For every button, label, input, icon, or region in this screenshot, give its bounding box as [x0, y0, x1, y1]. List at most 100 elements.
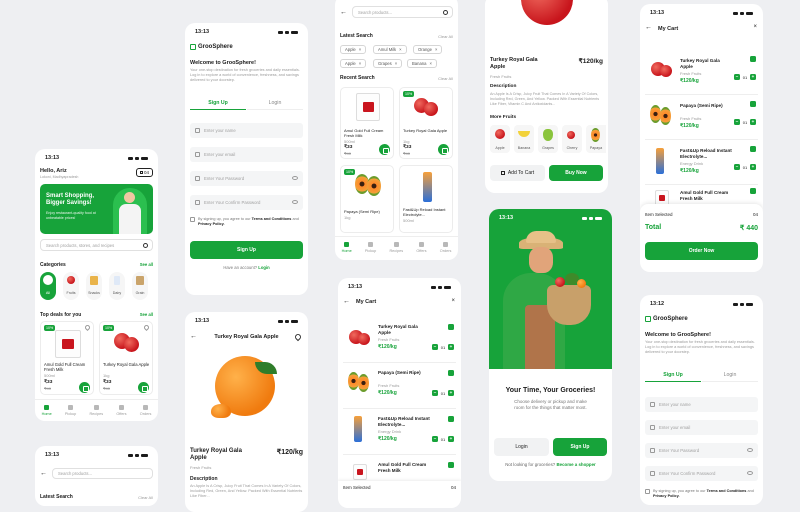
nav-home[interactable]: Home [42, 405, 52, 416]
confirm-password-field[interactable]: Enter Your Confirm Password [645, 466, 758, 481]
category-dairy[interactable]: Dairy [109, 272, 125, 300]
quantity-stepper[interactable]: −01 + [734, 164, 756, 170]
cart-button[interactable]: 04 [136, 168, 153, 177]
item-checkbox[interactable] [750, 188, 756, 194]
add-to-cart-button[interactable] [438, 144, 449, 155]
item-checkbox[interactable] [750, 101, 756, 107]
email-field[interactable]: Enter your email [645, 420, 758, 435]
item-checkbox[interactable] [750, 146, 756, 152]
promo-banner[interactable]: Smart Shopping, Bigger Savings! Enjoy re… [40, 184, 153, 234]
back-arrow-icon[interactable]: ← [40, 470, 47, 477]
email-field[interactable]: Enter your email [190, 147, 303, 162]
heart-icon[interactable] [83, 323, 92, 332]
quantity-stepper[interactable]: −01 + [432, 390, 454, 396]
basket-icon [190, 44, 196, 50]
item-checkbox[interactable] [448, 324, 454, 330]
search-chip[interactable]: Banana × [407, 59, 437, 68]
clear-all-button[interactable]: Clear All [138, 495, 153, 500]
search-input[interactable]: Search products... [352, 6, 453, 18]
clear-all-button[interactable]: Clear All [438, 34, 453, 39]
recent-search-title: Recent Search [340, 75, 375, 81]
quantity-stepper[interactable]: −01 + [432, 436, 454, 442]
signup-button[interactable]: Sign Up [190, 241, 303, 259]
search-chip[interactable]: Amul Milk × [373, 45, 407, 54]
back-arrow-icon[interactable]: ← [340, 9, 347, 16]
search-chip[interactable]: Orange × [413, 45, 443, 54]
name-field[interactable]: Enter your name [645, 397, 758, 412]
pickup-icon [68, 405, 74, 410]
terms-checkbox[interactable] [190, 217, 195, 222]
quantity-stepper[interactable]: −01 + [734, 74, 756, 80]
fruit-papaya[interactable]: Papaya [586, 125, 606, 153]
nav-recipes[interactable]: Recipes [389, 242, 403, 253]
terms-link[interactable]: Terms and Conditions [252, 217, 292, 221]
category-grain[interactable]: Grain [132, 272, 148, 300]
product-card[interactable]: 10% Papaya (Semi Ripe) 1kg [340, 165, 394, 233]
add-to-cart-button[interactable] [379, 144, 390, 155]
back-arrow-icon[interactable]: ← [645, 24, 652, 31]
become-shopper-link[interactable]: Become a shopper [556, 462, 595, 467]
item-checkbox[interactable] [448, 370, 454, 376]
category-all[interactable]: All [40, 272, 56, 300]
bottom-nav: Home Pickup Recipes Offers Orders [35, 399, 158, 421]
buy-now-button[interactable]: Buy Now [549, 165, 603, 181]
terms-checkbox[interactable] [645, 489, 650, 494]
nav-pickup[interactable]: Pickup [365, 242, 376, 253]
tab-signup[interactable]: Sign Up [645, 372, 701, 378]
nav-orders[interactable]: Orders [440, 242, 451, 253]
fruit-grapes[interactable]: Grapes [538, 125, 558, 153]
fruit-apple[interactable]: Apple [490, 125, 510, 153]
add-to-cart-button[interactable] [79, 382, 90, 393]
nav-offers[interactable]: Offers [116, 405, 127, 416]
heart-icon[interactable] [142, 323, 151, 332]
search-chip[interactable]: Apple × [340, 59, 367, 68]
product-card[interactable]: 10% Turkey Royal Gala Apple 1kg ₹33 ₹40 [399, 87, 453, 159]
password-field[interactable]: Enter Your Password [190, 171, 303, 186]
nav-orders[interactable]: Orders [140, 405, 151, 416]
product-card[interactable]: Amul Gold Full Cream Fresh Milk 500ml ₹3… [340, 87, 394, 159]
item-checkbox[interactable] [448, 462, 454, 468]
confirm-password-field[interactable]: Enter Your Confirm Password [190, 195, 303, 210]
quantity-stepper[interactable]: −01 + [734, 119, 756, 125]
header-title: Turkey Royal Gala Apple [214, 334, 279, 340]
search-input[interactable]: Search products, stores, and recipes [40, 239, 153, 251]
quantity-stepper[interactable]: −01 + [432, 344, 454, 350]
signup-button[interactable]: Sign Up [553, 438, 607, 456]
fruit-banana[interactable]: Banana [514, 125, 534, 153]
status-bar: 13:13 [35, 149, 158, 161]
close-icon[interactable]: × [451, 298, 455, 304]
fruit-cherry[interactable]: Cherry [562, 125, 582, 153]
tab-login[interactable]: Login [702, 372, 758, 378]
category-snacks[interactable]: Snacks [86, 272, 102, 300]
close-icon[interactable]: × [753, 24, 757, 30]
order-now-button[interactable]: Order Now [645, 242, 758, 260]
add-to-cart-button[interactable] [138, 382, 149, 393]
search-chip[interactable]: Apple × [340, 45, 367, 54]
tab-login[interactable]: Login [247, 100, 303, 106]
login-button[interactable]: Login [494, 438, 549, 456]
categories-see-all[interactable]: See all [140, 262, 153, 267]
nav-pickup[interactable]: Pickup [65, 405, 76, 416]
product-card[interactable]: Fast&Up Reload Instant Electrolyte... 50… [399, 165, 453, 233]
product-image-area [485, 0, 608, 35]
clear-recent-button[interactable]: Clear All [438, 76, 453, 81]
privacy-link[interactable]: Privacy Policy. [198, 222, 225, 226]
category-fruits[interactable]: Fruits [63, 272, 79, 300]
password-field[interactable]: Enter Your Password [645, 443, 758, 458]
deals-see-all[interactable]: See all [140, 312, 153, 317]
search-chip[interactable]: Grapes × [373, 59, 403, 68]
tab-signup[interactable]: Sign Up [190, 100, 246, 106]
back-arrow-icon[interactable]: ← [343, 298, 350, 305]
item-checkbox[interactable] [448, 416, 454, 422]
add-to-cart-button[interactable]: Add To Cart [490, 165, 545, 181]
product-card[interactable]: 10% Turkey Royal Gala Apple 1kg ₹33 ₹40 [99, 321, 153, 395]
login-link[interactable]: Login [258, 265, 269, 270]
nav-home[interactable]: Home [342, 242, 352, 253]
name-field[interactable]: Enter your name [190, 123, 303, 138]
nav-recipes[interactable]: Recipes [89, 405, 103, 416]
nav-offers[interactable]: Offers [416, 242, 427, 253]
item-checkbox[interactable] [750, 56, 756, 62]
search-input[interactable]: Search products... [52, 468, 153, 479]
location-label[interactable]: Lokoni, Madhyapradesh [40, 175, 78, 179]
product-card[interactable]: 10% Amul Gold Full Cream Fresh Milk 500m… [40, 321, 94, 395]
